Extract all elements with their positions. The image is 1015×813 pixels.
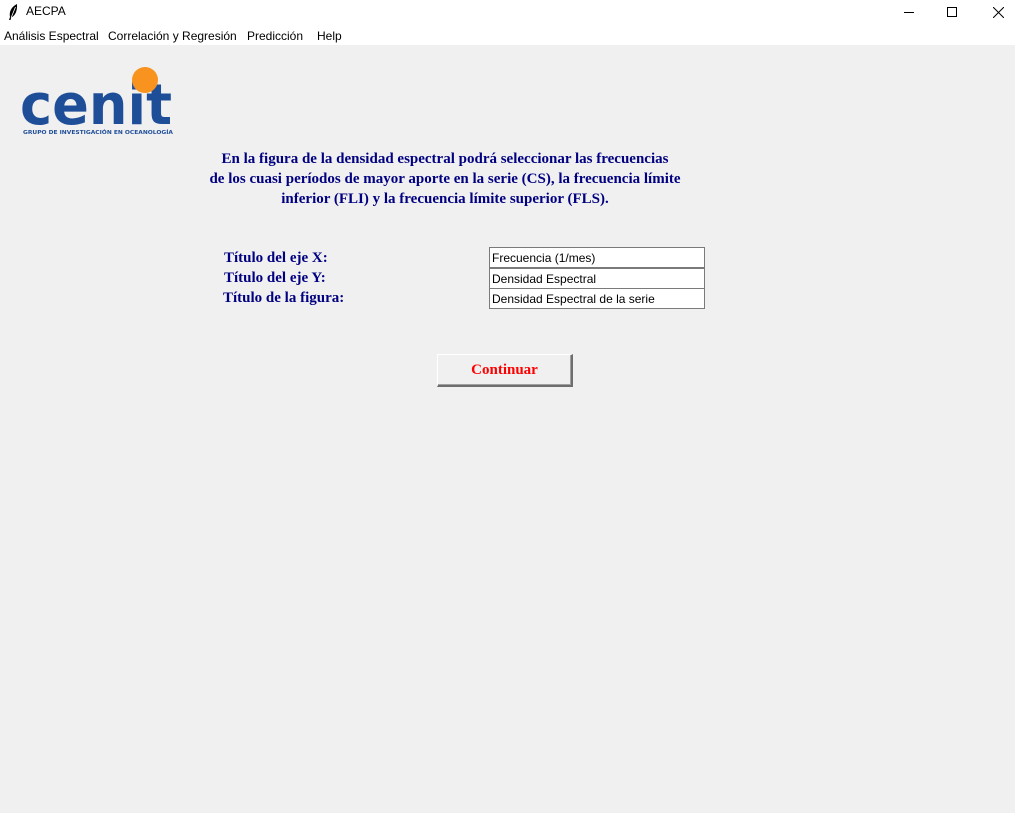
feather-icon	[9, 4, 18, 20]
title-bar: AECPA	[0, 0, 1015, 24]
close-icon	[992, 6, 1004, 18]
x-axis-title-label: Título del eje X:	[224, 250, 328, 266]
maximize-button[interactable]	[929, 0, 975, 24]
continue-button[interactable]: Continuar	[437, 354, 573, 387]
close-button[interactable]	[975, 0, 1015, 24]
maximize-icon	[947, 7, 957, 17]
minimize-button[interactable]	[886, 0, 932, 24]
y-axis-title-label: Título del eje Y:	[224, 270, 326, 286]
intro-line: de los cuasi períodos de mayor aporte en…	[209, 171, 681, 187]
menu-help[interactable]: Help	[317, 29, 342, 43]
figure-title-label: Título de la figura:	[223, 290, 345, 306]
logo-orange-dot	[132, 67, 158, 93]
intro-line: inferior (FLI) y la frecuencia límite su…	[281, 191, 609, 207]
x-axis-title-input[interactable]	[489, 247, 705, 268]
intro-line: En la figura de la densidad espectral po…	[221, 151, 669, 167]
minimize-icon	[904, 12, 914, 13]
y-axis-title-input[interactable]	[489, 268, 705, 289]
intro-text: En la figura de la densidad espectral po…	[180, 149, 710, 209]
menu-prediccion[interactable]: Predicción	[247, 29, 303, 43]
figure-title-input[interactable]	[489, 288, 705, 309]
cenit-logo: cenit GRUPO DE INVESTIGACIÓN EN OCEANOLO…	[20, 67, 174, 138]
menu-correlacion-regresion[interactable]: Correlación y Regresión	[108, 29, 237, 43]
menu-analisis-espectral[interactable]: Análisis Espectral	[4, 29, 99, 43]
window-title: AECPA	[26, 4, 66, 18]
continue-button-label: Continuar	[471, 361, 538, 378]
logo-caption: GRUPO DE INVESTIGACIÓN EN OCEANOLOGÍA	[23, 128, 174, 136]
